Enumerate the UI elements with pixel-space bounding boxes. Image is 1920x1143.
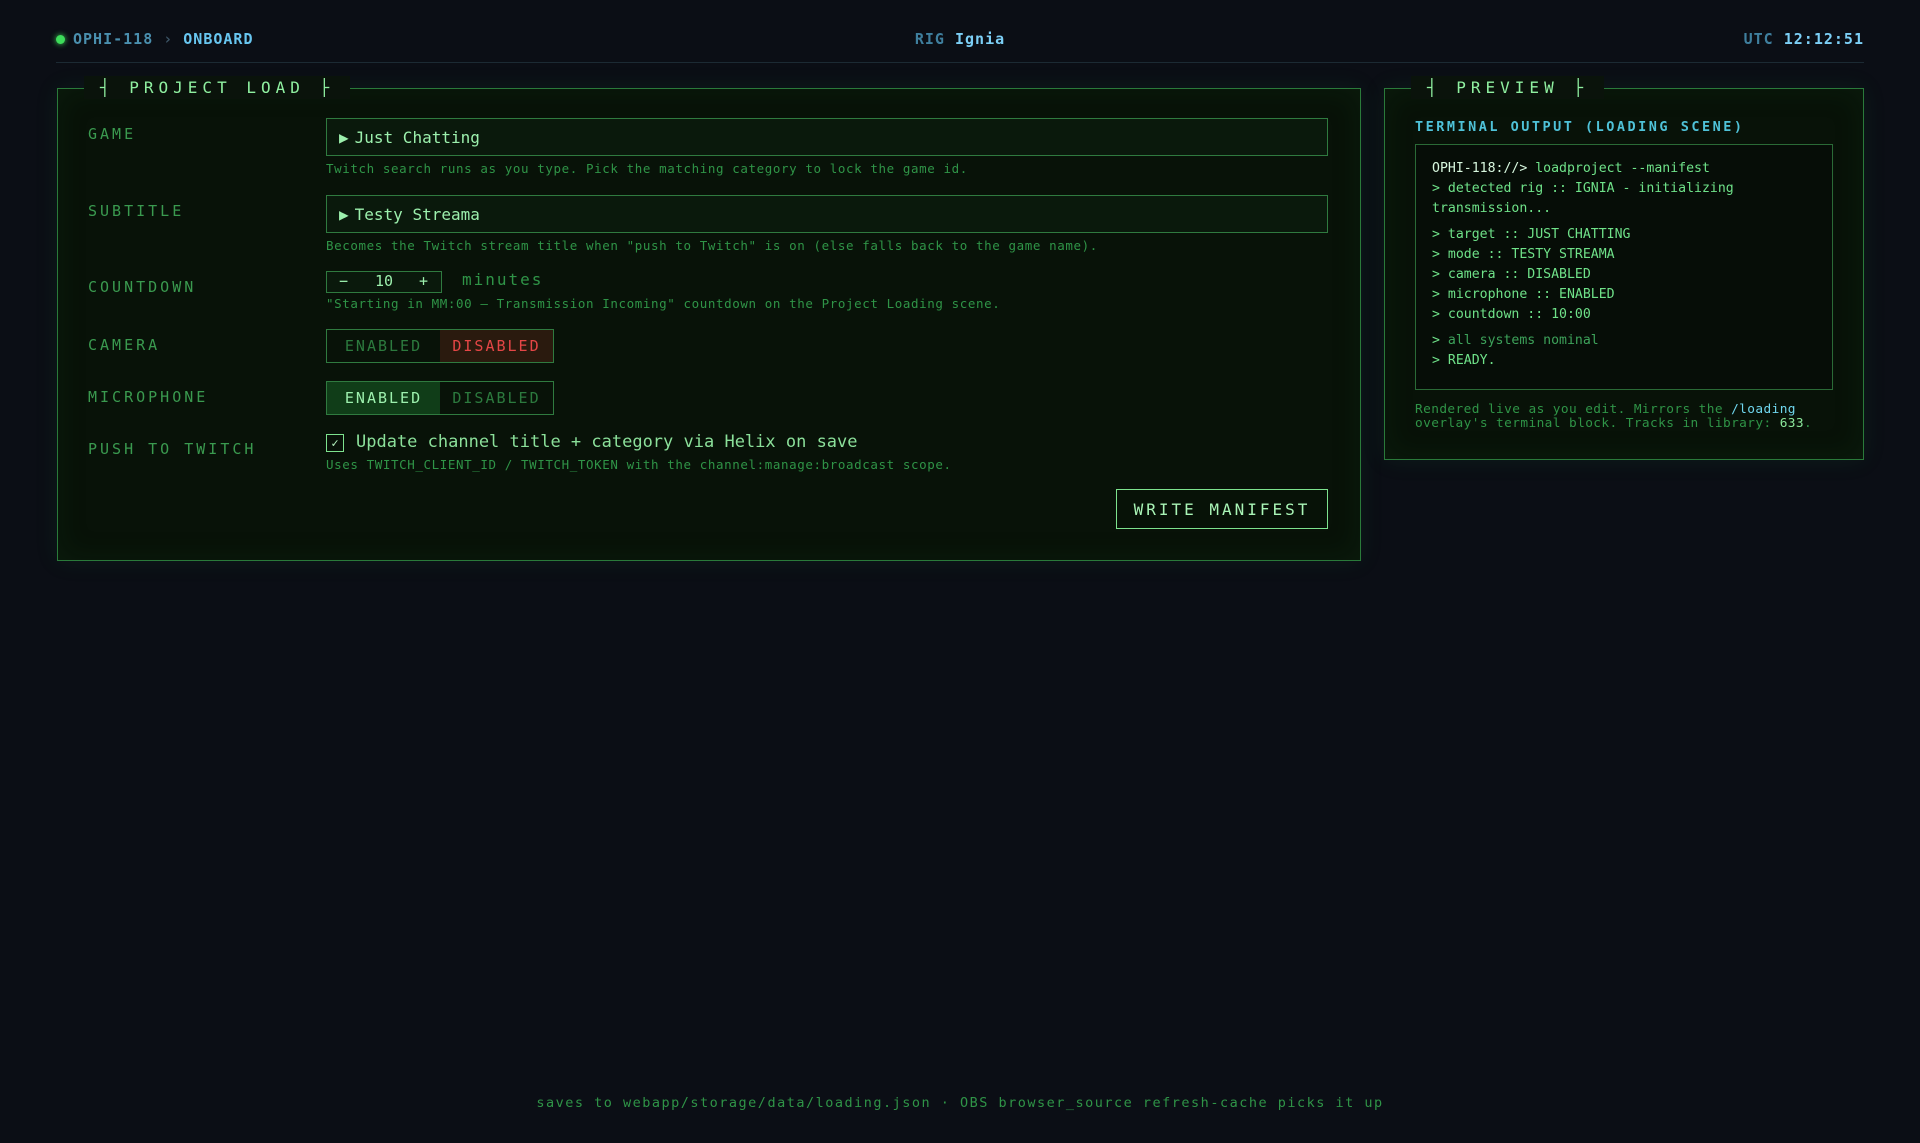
subtitle-hint: Becomes the Twitch stream title when "pu… [326, 238, 1098, 253]
game-hint: Twitch search runs as you type. Pick the… [326, 161, 968, 176]
terminal-command-line: OPHI-118://> loadproject --manifest [1432, 159, 1816, 179]
loading-link[interactable]: /loading [1731, 402, 1796, 417]
project-load-title: ┤ PROJECT LOAD ├ [84, 76, 351, 99]
terminal-line: > detected rig :: IGNIA - initializing [1432, 181, 1734, 196]
terminal-prompt: OPHI-118://> [1432, 161, 1528, 176]
camera-toggle: ENABLED DISABLED [326, 329, 554, 363]
terminal-command: loadproject --manifest [1527, 161, 1710, 176]
breadcrumb: OPHI-118 › ONBOARD [56, 30, 254, 48]
terminal-nominal: all systems nominal [1447, 333, 1599, 348]
game-value: Just Chatting [354, 128, 480, 147]
countdown-decrement-button[interactable]: − [339, 272, 348, 291]
microphone-label: MICROPHONE [88, 388, 209, 406]
terminal-output: OPHI-118://> loadproject --manifest > de… [1415, 144, 1833, 390]
terminal-line: > all systems nominal [1432, 331, 1816, 351]
push-to-twitch-label: PUSH TO TWITCH [88, 440, 257, 458]
subtitle-label: SUBTITLE [88, 202, 185, 220]
preview-title: ┤ PREVIEW ├ [1411, 76, 1604, 99]
game-label: GAME [88, 125, 137, 143]
terminal-line: > READY. [1432, 353, 1496, 368]
footer-note: saves to webapp/storage/data/loading.jso… [536, 1095, 1384, 1111]
microphone-enabled-option[interactable]: ENABLED [327, 382, 440, 414]
rig-label: RIG [914, 30, 945, 48]
push-to-twitch-option-label[interactable]: Update channel title + category via Heli… [356, 432, 858, 452]
footnote-text: Rendered live as you edit. Mirrors the [1415, 402, 1732, 417]
clock-label: UTC [1743, 30, 1774, 48]
push-to-twitch-hint: Uses TWITCH_CLIENT_ID / TWITCH_TOKEN wit… [326, 457, 952, 472]
breadcrumb-current[interactable]: ONBOARD [183, 30, 253, 48]
rig-name: Ignia [954, 30, 1006, 48]
terminal-line: > camera :: DISABLED [1432, 267, 1591, 282]
countdown-unit: minutes [462, 270, 544, 289]
subtitle-value: Testy Streama [354, 205, 480, 224]
terminal-line-prefix: > [1432, 333, 1448, 348]
utc-clock: UTC 12:12:51 [1744, 30, 1864, 48]
footnote-end: . [1804, 416, 1813, 431]
breadcrumb-separator: › [163, 30, 174, 48]
microphone-disabled-option[interactable]: DISABLED [440, 382, 553, 414]
camera-disabled-option[interactable]: DISABLED [440, 330, 553, 362]
write-manifest-button[interactable]: WRITE MANIFEST [1116, 489, 1328, 529]
game-input[interactable]: ▶ Just Chatting [326, 118, 1328, 156]
preview-footnote: Rendered live as you edit. Mirrors the /… [1415, 403, 1835, 431]
project-load-panel: ┤ PROJECT LOAD ├ GAME ▶ Just Chatting Twi… [57, 76, 1361, 561]
camera-label: CAMERA [88, 336, 161, 354]
countdown-value[interactable]: 10 [375, 272, 393, 291]
countdown-stepper: − 10 + [326, 271, 442, 293]
microphone-toggle: ENABLED DISABLED [326, 381, 554, 415]
countdown-hint: "Starting in MM:00 — Transmission Incomi… [326, 296, 1001, 311]
camera-enabled-option[interactable]: ENABLED [327, 330, 440, 362]
terminal-output-heading: TERMINAL OUTPUT (LOADING SCENE) [1415, 119, 1745, 135]
play-arrow-icon: ▶ [339, 128, 349, 147]
footnote-text: overlay's terminal block. Tracks in libr… [1415, 416, 1780, 431]
clock-time: 12:12:51 [1783, 30, 1864, 48]
countdown-label: COUNTDOWN [88, 278, 197, 296]
terminal-line: > mode :: TESTY STREAMA [1432, 247, 1615, 262]
countdown-increment-button[interactable]: + [419, 272, 428, 291]
terminal-line: > target :: JUST CHATTING [1432, 227, 1631, 242]
tracks-count: 633 [1779, 416, 1805, 431]
status-dot-icon [56, 34, 65, 44]
rig-indicator: RIG Ignia [915, 30, 1005, 48]
subtitle-input[interactable]: ▶ Testy Streama [326, 195, 1328, 233]
play-arrow-icon: ▶ [339, 205, 349, 224]
terminal-line: > microphone :: ENABLED [1432, 287, 1615, 302]
terminal-line: > countdown :: 10:00 [1432, 307, 1591, 322]
preview-panel: ┤ PREVIEW ├ TERMINAL OUTPUT (LOADING SCE… [1384, 76, 1864, 460]
node-id: OPHI-118 [73, 30, 154, 48]
terminal-line: transmission... [1432, 201, 1552, 216]
push-to-twitch-checkbox[interactable]: ✓ [326, 434, 344, 452]
top-bar: OPHI-118 › ONBOARD RIG Ignia UTC 12:12:51 [56, 26, 1864, 63]
